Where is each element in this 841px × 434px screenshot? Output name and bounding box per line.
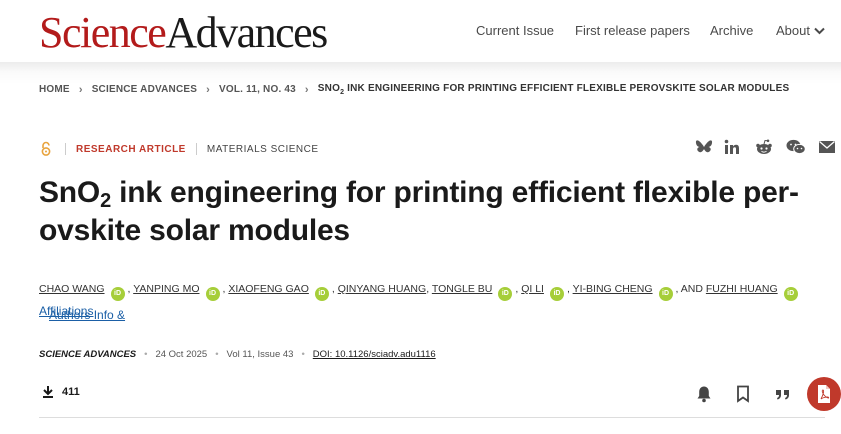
wechat-icon[interactable] bbox=[786, 138, 806, 156]
breadcrumb-volume[interactable]: VOL. 11, NO. 43 bbox=[219, 84, 296, 95]
downloads-count: 411 bbox=[42, 385, 80, 398]
nav-current-issue[interactable]: Current Issue bbox=[476, 23, 554, 38]
reddit-icon[interactable] bbox=[754, 138, 774, 156]
article-subject[interactable]: MATERIALS SCIENCE bbox=[207, 144, 319, 155]
meta-separator: • bbox=[301, 349, 305, 360]
orcid-icon[interactable]: iD bbox=[498, 287, 513, 301]
chevron-down-icon bbox=[814, 27, 825, 34]
bluesky-icon[interactable] bbox=[694, 138, 714, 156]
divider bbox=[65, 143, 66, 155]
orcid-icon[interactable]: iD bbox=[205, 287, 220, 301]
divider bbox=[39, 417, 825, 418]
orcid-icon[interactable]: iD bbox=[110, 287, 125, 301]
nav-about-label: About bbox=[776, 23, 810, 38]
article-type[interactable]: RESEARCH ARTICLE bbox=[76, 144, 186, 155]
breadcrumb-home[interactable]: HOME bbox=[39, 84, 70, 95]
article-type-row: RESEARCH ARTICLE MATERIALS SCIENCE bbox=[39, 141, 319, 157]
author-name[interactable]: QINYANG HUANG bbox=[338, 283, 426, 295]
email-icon[interactable] bbox=[817, 138, 837, 156]
author-list: CHAO WANG iD, YANPING MO iD, XIAOFENG GAO i… bbox=[39, 276, 829, 329]
nav-about[interactable]: About bbox=[776, 23, 825, 38]
chevron-right-icon: › bbox=[206, 83, 210, 96]
publication-meta: SCIENCE ADVANCES • 24 Oct 2025 • Vol 11,… bbox=[39, 349, 436, 360]
author-name[interactable]: XIAOFENG GAO bbox=[228, 283, 309, 295]
author-name[interactable]: CHAO WANG bbox=[39, 283, 105, 295]
author-name[interactable]: YI-BING CHENG bbox=[573, 283, 653, 295]
author-name[interactable]: FUZHI HUANG bbox=[706, 283, 778, 295]
meta-separator: • bbox=[215, 349, 219, 360]
open-access-icon bbox=[41, 141, 51, 156]
linkedin-icon[interactable] bbox=[722, 138, 742, 156]
quote-icon[interactable] bbox=[772, 383, 794, 405]
affiliations-link[interactable]: Affiliations bbox=[39, 304, 93, 318]
pdf-icon bbox=[818, 385, 830, 403]
orcid-icon[interactable]: iD bbox=[783, 287, 798, 301]
chevron-right-icon: › bbox=[304, 83, 309, 96]
meta-separator: • bbox=[144, 349, 148, 360]
chevron-right-icon: › bbox=[78, 83, 83, 96]
breadcrumb: HOME › SCIENCE ADVANCES › VOL. 11, NO. 4… bbox=[39, 83, 789, 96]
doi-link[interactable]: DOI: 10.1126/sciadv.adu1116 bbox=[313, 349, 436, 360]
breadcrumb-journal[interactable]: SCIENCE ADVANCES bbox=[92, 84, 197, 95]
author-name[interactable]: TONGLE BU bbox=[432, 283, 493, 295]
publication-date: 24 Oct 2025 bbox=[155, 349, 208, 360]
bell-icon[interactable] bbox=[693, 383, 715, 405]
article-title: SnO2 ink engineering for printing effici… bbox=[39, 176, 799, 247]
orcid-icon[interactable]: iD bbox=[549, 287, 564, 301]
author-name[interactable]: YANPING MO bbox=[133, 283, 199, 295]
nav-first-release-papers[interactable]: First release papers bbox=[575, 23, 690, 38]
author-name[interactable]: QI LI bbox=[521, 283, 544, 295]
divider bbox=[195, 143, 197, 155]
pdf-button[interactable] bbox=[807, 377, 841, 411]
journal-name: SCIENCE ADVANCES bbox=[39, 349, 137, 360]
nav-archive[interactable]: Archive bbox=[710, 23, 753, 38]
download-icon bbox=[43, 386, 53, 398]
science-advances-logo[interactable]: ScienceAdvances bbox=[39, 10, 328, 56]
bookmark-icon[interactable] bbox=[732, 383, 754, 405]
orcid-icon[interactable]: iD bbox=[314, 287, 329, 301]
orcid-icon[interactable]: iD bbox=[658, 287, 673, 301]
volume-issue[interactable]: Vol 11, Issue 43 bbox=[227, 349, 294, 360]
site-header: ScienceAdvances Current Issue First rele… bbox=[0, 0, 841, 62]
breadcrumb-current: SNO2 INK ENGINEERING FOR PRINTING EFFICI… bbox=[317, 83, 790, 96]
downloads-value: 411 bbox=[62, 385, 80, 398]
